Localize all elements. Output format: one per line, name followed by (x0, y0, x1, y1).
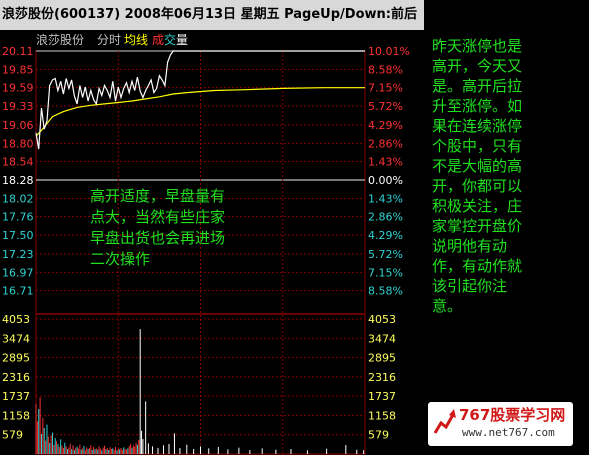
percent-tick-label: 10.01% (368, 45, 410, 58)
price-tick-label: 18.28 (2, 174, 34, 187)
price-tick-label: 19.06 (2, 119, 34, 132)
price-tick-label: 17.76 (2, 211, 34, 224)
price-tick-label: 20.11 (2, 45, 34, 58)
volume-tick-label: 3474 (368, 332, 396, 345)
volume-tick-label: 579 (2, 429, 23, 442)
price-tick-label: 18.80 (2, 137, 34, 150)
percent-tick-label: 0.00% (368, 174, 403, 187)
price-tick-label: 16.71 (2, 285, 34, 298)
volume-tick-label: 2895 (368, 352, 396, 365)
volume-tick-label: 4053 (2, 313, 30, 326)
percent-tick-label: 7.15% (368, 82, 403, 95)
legend-volume-cheng: 成 (152, 33, 164, 47)
volume-tick-label: 4053 (368, 313, 396, 326)
watermark-title: 767股票学习网 (459, 406, 566, 424)
percent-tick-label: 7.15% (368, 266, 403, 279)
percent-tick-label: 5.72% (368, 100, 403, 113)
commentary-text: 昨天涨停也是 高开，今天又 是。高开后拉 升至涨停。如 果在连续涨停 个股中，只… (432, 37, 523, 315)
percent-tick-label: 4.29% (368, 229, 403, 242)
volume-tick-label: 579 (368, 429, 389, 442)
volume-tick-label: 2895 (2, 352, 30, 365)
site-watermark: 767股票学习网 www.net767.com (428, 402, 573, 446)
volume-tick-label: 1737 (368, 390, 396, 403)
volume-bars (35, 329, 365, 454)
volume-tick-label: 2316 (2, 371, 30, 384)
percent-tick-label: 4.29% (368, 119, 403, 132)
legend-volume-jiao: 交 (164, 32, 176, 47)
price-tick-label: 19.59 (2, 82, 34, 95)
volume-tick-label: 1158 (368, 409, 396, 422)
chart-annotation: 高开适度，早盘量有 点大，当然有些庄家 早盘出货也会再进场 二次操作 (90, 187, 226, 268)
legend-stock-name: 浪莎股份 (36, 32, 84, 47)
watermark-url: www.net767.com (462, 426, 555, 439)
price-tick-label: 18.02 (2, 192, 34, 205)
window-title: 浪莎股份(600137) 2008年06月13日 星期五 PageUp/Down… (0, 0, 424, 30)
percent-tick-label: 1.43% (368, 192, 403, 205)
price-tick-label: 19.33 (2, 100, 34, 113)
legend-volume-liang: 量 (176, 33, 188, 47)
percent-tick-label: 1.43% (368, 156, 403, 169)
volume-tick-label: 1158 (2, 409, 30, 422)
price-tick-label: 17.23 (2, 248, 34, 261)
percent-tick-label: 8.58% (368, 285, 403, 298)
percent-tick-label: 8.58% (368, 63, 403, 76)
price-tick-label: 19.85 (2, 63, 34, 76)
legend-average-line: 均线 (124, 33, 148, 47)
percent-tick-label: 2.86% (368, 137, 403, 150)
percent-tick-label: 5.72% (368, 248, 403, 261)
price-tick-label: 18.54 (2, 156, 34, 169)
percent-tick-label: 2.86% (368, 211, 403, 224)
volume-tick-label: 1737 (2, 390, 30, 403)
price-tick-label: 16.97 (2, 266, 34, 279)
volume-tick-label: 3474 (2, 332, 30, 345)
volume-tick-label: 2316 (368, 371, 396, 384)
price-tick-label: 17.50 (2, 229, 34, 242)
trend-arrow-icon (433, 409, 456, 434)
legend-time-share: 分时 (97, 33, 121, 47)
